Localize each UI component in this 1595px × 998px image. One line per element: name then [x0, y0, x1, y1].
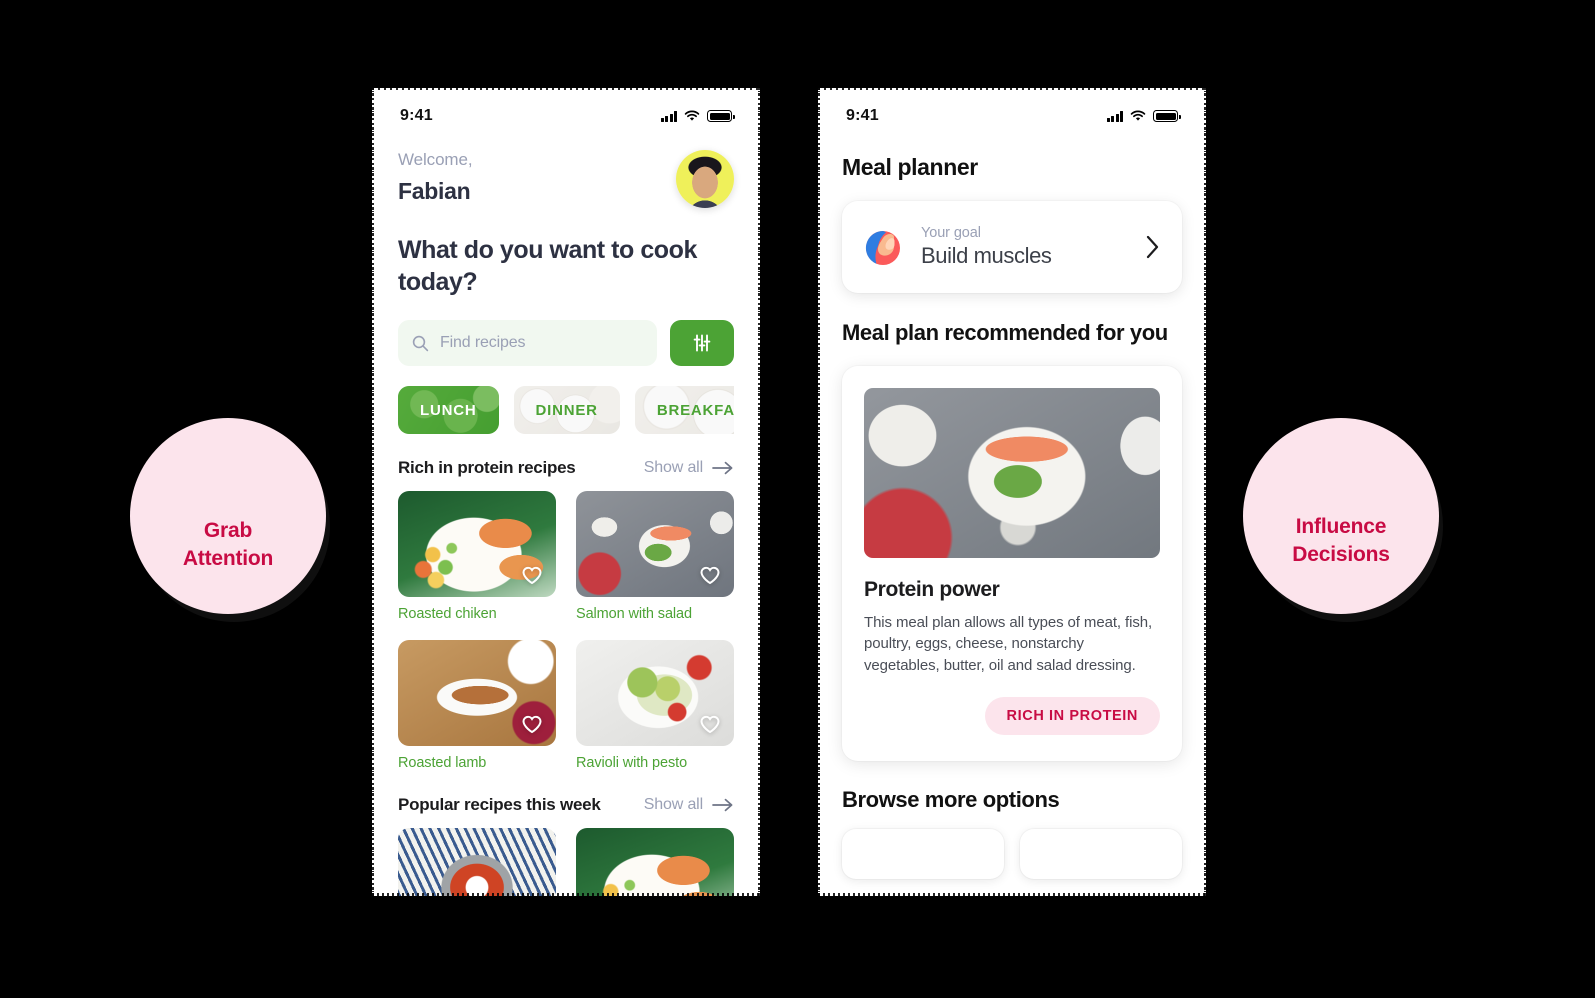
- phone-mockup-meal-planner: 9:41 Meal planner Your goal Build muscle…: [818, 88, 1206, 896]
- goal-value: Build muscles: [921, 243, 1052, 268]
- recipe-thumbnail: [398, 640, 556, 746]
- favorite-heart-icon[interactable]: [697, 562, 723, 588]
- arrow-right-icon: [712, 798, 733, 812]
- recipe-thumbnail: [576, 828, 734, 896]
- recipe-card[interactable]: Ravioli with pesto: [576, 640, 734, 771]
- tab-lunch[interactable]: LUNCH: [398, 386, 499, 434]
- cellular-signal-icon: [660, 110, 677, 122]
- avatar[interactable]: [676, 150, 734, 208]
- show-all-protein-button[interactable]: Show all: [644, 459, 734, 477]
- page-title: Meal planner: [842, 154, 978, 180]
- meal-plan-photo: [864, 387, 1160, 558]
- cellular-signal-icon: [1106, 110, 1123, 122]
- badge-influence-decisions: Influence Decisions: [1243, 418, 1439, 614]
- search-icon: [412, 335, 429, 352]
- meal-plan-title: Protein power: [864, 577, 1000, 601]
- sliders-filter-icon: [693, 334, 711, 352]
- wifi-icon: [1130, 110, 1146, 121]
- flexed-bicep-icon: [860, 224, 906, 270]
- section-title: Rich in protein recipes: [398, 458, 576, 477]
- status-time: 9:41: [846, 107, 879, 124]
- meal-plan-tag-row: RICH IN PROTEIN: [864, 696, 1160, 735]
- browse-heading: Browse more options: [842, 786, 1060, 812]
- welcome-row: Welcome, Fabian: [398, 150, 734, 208]
- browse-option-chip[interactable]: [842, 828, 1004, 879]
- recipe-card[interactable]: [398, 828, 556, 896]
- badge-influence-decisions-label: Influence Decisions: [1292, 515, 1390, 566]
- welcome-label: Welcome,: [398, 150, 473, 169]
- section-header-popular: Popular recipes this week Show all: [398, 795, 734, 815]
- section-title: Popular recipes this week: [398, 795, 601, 814]
- phone1-status-bar: 9:41: [372, 88, 760, 134]
- browse-options-row: [842, 828, 1182, 879]
- recipe-card[interactable]: Roasted chiken: [398, 491, 556, 622]
- meal-plan-description: This meal plan allows all types of meat,…: [864, 613, 1153, 675]
- favorite-heart-icon[interactable]: [519, 711, 545, 737]
- recipe-name: Ravioli with pesto: [576, 755, 688, 771]
- tab-breakfast-label: BREAKFAST: [656, 401, 734, 419]
- status-icons: [1106, 110, 1181, 122]
- show-all-label: Show all: [643, 459, 703, 476]
- browse-option-chip[interactable]: [1020, 828, 1182, 879]
- status-time: 9:41: [400, 107, 433, 124]
- category-tabs: LUNCH DINNER BREAKFAST: [398, 386, 734, 434]
- search-placeholder: Find recipes: [440, 334, 526, 351]
- tab-lunch-label: LUNCH: [420, 401, 477, 419]
- recipe-thumbnail: [398, 828, 556, 896]
- recipe-card[interactable]: [576, 828, 734, 896]
- wifi-icon: [684, 110, 700, 121]
- recipe-name: Roasted lamb: [398, 755, 487, 771]
- phone2-content: Meal planner Your goal Build muscles Mea…: [818, 154, 1206, 879]
- status-icons: [660, 110, 735, 122]
- recipe-thumbnail: [576, 491, 734, 597]
- badge-grab-attention: Grab Attention: [130, 418, 326, 614]
- welcome-texts: Welcome, Fabian: [398, 150, 473, 205]
- battery-full-icon: [707, 110, 735, 122]
- battery-full-icon: [1153, 110, 1181, 122]
- filter-button[interactable]: [670, 320, 734, 366]
- phone1-screen: 9:41 Welcome, Fabian What do you want to…: [372, 88, 760, 896]
- canvas: Grab Attention Influence Decisions 9:41: [0, 0, 1595, 998]
- tab-dinner[interactable]: DINNER: [513, 386, 620, 434]
- goal-texts: Your goal Build muscles: [921, 225, 1127, 269]
- recipe-thumbnail: [398, 491, 556, 597]
- meal-plan-card[interactable]: Protein power This meal plan allows all …: [842, 365, 1182, 761]
- recipe-grid-protein: Roasted chiken Salmon with salad Roasted…: [398, 491, 734, 771]
- recipe-card[interactable]: Roasted lamb: [398, 640, 556, 771]
- recipe-name: Salmon with salad: [576, 606, 692, 622]
- phone-mockup-home: 9:41 Welcome, Fabian What do you want to…: [372, 88, 760, 896]
- page-title: What do you want to cook today?: [398, 236, 697, 296]
- user-name: Fabian: [398, 178, 471, 204]
- recipe-grid-popular: [398, 828, 734, 896]
- show-all-popular-button[interactable]: Show all: [644, 796, 734, 814]
- favorite-heart-icon[interactable]: [519, 562, 545, 588]
- tab-breakfast[interactable]: BREAKFAST: [634, 386, 734, 434]
- recipe-name: Roasted chiken: [398, 606, 497, 622]
- search-row: Find recipes: [398, 320, 734, 366]
- recommend-heading: Meal plan recommended for you: [842, 320, 1168, 345]
- section-header-protein: Rich in protein recipes Show all: [398, 458, 734, 478]
- favorite-heart-icon[interactable]: [697, 711, 723, 737]
- badge-grab-attention-label: Grab Attention: [182, 519, 274, 570]
- goal-label: Your goal: [921, 225, 981, 241]
- arrow-right-icon: [712, 461, 733, 475]
- search-input[interactable]: Find recipes: [398, 320, 657, 366]
- recipe-thumbnail: [576, 640, 734, 746]
- show-all-label: Show all: [643, 796, 703, 813]
- phone1-content: Welcome, Fabian What do you want to cook…: [372, 150, 760, 896]
- phone2-screen: 9:41 Meal planner Your goal Build muscle…: [818, 88, 1206, 896]
- chevron-right-icon[interactable]: [1142, 235, 1164, 259]
- status-badge[interactable]: RICH IN PROTEIN: [984, 696, 1160, 735]
- tab-dinner-label: DINNER: [535, 401, 598, 419]
- recipe-card[interactable]: Salmon with salad: [576, 491, 734, 622]
- phone2-status-bar: 9:41: [818, 88, 1206, 134]
- goal-card[interactable]: Your goal Build muscles: [842, 201, 1182, 293]
